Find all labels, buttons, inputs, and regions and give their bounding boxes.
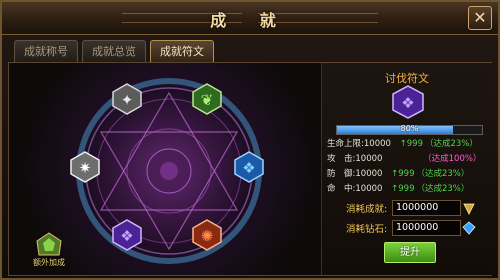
rune-info-panel: 讨伐符文 ❖ 80% 生命上限:10000 ↑999 （达成23%） 攻 击:10… xyxy=(321,63,492,275)
attr-achieve: （达成23%） xyxy=(416,184,470,194)
attr-achieve: （达成23%） xyxy=(424,139,478,149)
attr-row-defense: 防 御:10000 ↑999 （达成23%） xyxy=(327,168,469,181)
close-button[interactable]: ✕ xyxy=(468,6,492,30)
rune-circle-panel: ✦ ❦ ✷ ❖ ❖ ✺ 额外加成 xyxy=(9,63,321,275)
selected-rune-icon: ❖ xyxy=(391,85,425,119)
title-bar: 成 就 ✕ xyxy=(2,2,498,35)
attr-value: :10000 xyxy=(352,169,383,179)
tab-achievement-overview[interactable]: 成就总览 xyxy=(82,40,146,63)
upgrade-button[interactable]: 提升 xyxy=(384,242,436,263)
attr-row-hit: 命 中:10000 ↑999 （达成23%） xyxy=(327,183,469,196)
progress-label: 80% xyxy=(400,124,419,133)
svg-text:❖: ❖ xyxy=(401,94,414,112)
svg-text:✺: ✺ xyxy=(201,227,214,245)
svg-text:❖: ❖ xyxy=(242,159,255,177)
tab-achievement-runes[interactable]: 成就符文 xyxy=(150,40,214,64)
attr-achieve: （达成100%） xyxy=(423,154,482,164)
rune-name: 讨伐符文 xyxy=(385,72,429,85)
attr-increase: 999 xyxy=(398,169,415,179)
svg-text:✷: ✷ xyxy=(79,159,92,177)
window-title: 成 就 xyxy=(210,11,290,30)
attr-name: 攻 击 xyxy=(327,154,353,164)
extra-bonus-button[interactable]: 额外加成 xyxy=(27,231,71,271)
gray-rune-gem[interactable]: ✦ xyxy=(111,83,143,115)
rune-progress-bar: 80% xyxy=(336,124,483,135)
tab-achievement-titles[interactable]: 成就称号 xyxy=(14,40,78,63)
attr-value: :10000 xyxy=(352,154,383,164)
cost-achievement-value: 1000000 xyxy=(392,200,461,216)
attr-name: 防 御 xyxy=(327,169,353,179)
cost-diamond-value: 1000000 xyxy=(392,220,461,236)
cost-achievement-label: 消耗成就: xyxy=(346,204,388,215)
svg-text:✦: ✦ xyxy=(121,91,134,109)
tab-content: ✦ ❦ ✷ ❖ ❖ ✺ 额外加成 讨伐符文 ❖ 80% 生命上限:10000 ↑… xyxy=(8,62,492,276)
attr-name: 命 中 xyxy=(327,184,353,194)
svg-text:❦: ❦ xyxy=(201,91,214,109)
silver-rune-gem[interactable]: ✷ xyxy=(69,151,101,183)
increase-arrow-icon: ↑ xyxy=(399,139,407,149)
attr-value: :10000 xyxy=(361,139,391,149)
attr-increase: 999 xyxy=(398,184,415,194)
attr-name: 生命上限 xyxy=(327,139,362,149)
purple-rune-gem[interactable]: ❖ xyxy=(111,219,143,251)
extra-bonus-label: 额外加成 xyxy=(33,258,65,267)
blue-rune-gem[interactable]: ❖ xyxy=(233,151,265,183)
attr-value: :10000 xyxy=(352,184,383,194)
extra-bonus-icon xyxy=(36,232,62,256)
attr-row-attack: 攻 击:10000 （达成100%） xyxy=(327,153,481,166)
diamond-icon xyxy=(462,220,476,235)
green-rune-gem[interactable]: ❦ xyxy=(191,83,223,115)
cost-diamond-label: 消耗钻石: xyxy=(346,224,388,235)
svg-text:❖: ❖ xyxy=(120,227,133,245)
attr-row-hp: 生命上限:10000 ↑999 （达成23%） xyxy=(327,138,478,151)
attr-increase: 999 xyxy=(406,139,423,149)
orange-rune-gem[interactable]: ✺ xyxy=(191,219,223,251)
achievement-window: 成 就 ✕ 成就称号 成就总览 成就符文 ✦ ❦ ✷ ❖ ❖ ✺ 额外加成 讨伐… xyxy=(0,0,500,280)
attr-achieve: （达成23%） xyxy=(416,169,470,179)
achievement-icon xyxy=(462,200,476,215)
